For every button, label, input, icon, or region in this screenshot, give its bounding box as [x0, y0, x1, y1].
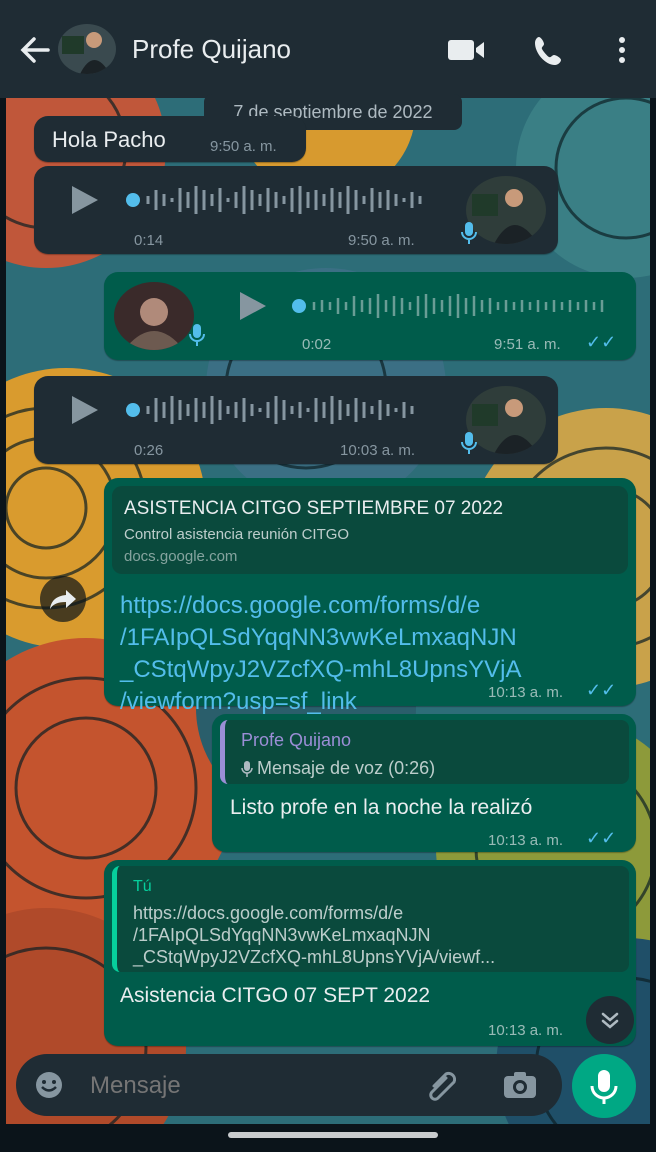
microphone-icon	[241, 761, 253, 777]
emoji-icon[interactable]	[34, 1070, 64, 1100]
link-preview-description: Control asistencia reunión CITGO	[124, 526, 350, 543]
link-preview-card[interactable]: ASISTENCIA CITGO SEPTIEMBRE 07 2022 Cont…	[112, 486, 628, 574]
sender-avatar	[114, 282, 194, 350]
microphone-icon	[461, 222, 477, 244]
message-greeting[interactable]: Hola Pacho 9:50 a. m.	[34, 116, 306, 162]
voice-message-1[interactable]: 0:14 9:50 a. m.	[34, 166, 558, 254]
voice-message-2[interactable]: 0:02 9:51 a. m. ✓✓	[104, 272, 636, 360]
more-options-icon[interactable]	[612, 34, 632, 66]
camera-icon[interactable]	[502, 1070, 538, 1100]
double-check-icon: ✓✓	[586, 828, 617, 848]
message-text: Asistencia CITGO 07 SEPT 2022	[120, 984, 431, 1007]
play-icon[interactable]	[72, 396, 98, 424]
quoted-message[interactable]: Tú https://docs.google.com/forms/d/e /1F…	[112, 866, 629, 972]
reply-message-2[interactable]: Tú https://docs.google.com/forms/d/e /1F…	[104, 860, 636, 1046]
system-navigation-bar	[0, 1124, 656, 1152]
play-icon[interactable]	[240, 292, 266, 320]
message-time: 10:13 a. m.	[488, 1022, 564, 1039]
playback-position-dot[interactable]	[292, 299, 306, 313]
voice-duration: 0:14	[134, 232, 164, 249]
link-line: _CStqWpyJ2VZcfXQ-mhL8UpnsYVjA	[120, 656, 522, 683]
voice-duration: 0:26	[134, 442, 164, 459]
playback-position-dot[interactable]	[126, 403, 140, 417]
waveform-icon	[312, 294, 604, 318]
microphone-icon	[461, 432, 477, 454]
message-time: 10:03 a. m.	[340, 442, 416, 459]
microphone-icon	[189, 324, 205, 346]
quote-text: Mensaje de voz (0:26)	[257, 758, 436, 778]
message-composer	[16, 1054, 562, 1116]
reply-message-1[interactable]: Profe Quijano Mensaje de voz (0:26) List…	[212, 714, 636, 852]
quote-author: Tú	[133, 878, 152, 895]
double-chevron-down-icon	[601, 1012, 619, 1029]
message-time: 9:51 a. m.	[494, 336, 561, 353]
message-time: 9:50 a. m.	[348, 232, 415, 249]
message-time: 10:13 a. m.	[488, 832, 564, 849]
scroll-down-button[interactable]	[586, 996, 634, 1044]
home-indicator[interactable]	[228, 1132, 438, 1138]
attach-paperclip-icon[interactable]	[424, 1068, 460, 1102]
message-time: 10:13 a. m.	[488, 684, 564, 701]
voice-record-button[interactable]	[572, 1054, 636, 1118]
back-arrow-icon[interactable]	[18, 30, 52, 70]
waveform-icon	[146, 186, 422, 214]
message-time: 9:50 a. m.	[210, 138, 277, 155]
quote-line: _CStqWpyJ2VZcfXQ-mhL8UpnsYVjA/viewf...	[133, 947, 496, 967]
link-preview-domain: docs.google.com	[124, 548, 238, 565]
playback-position-dot[interactable]	[126, 193, 140, 207]
sender-avatar	[466, 386, 546, 454]
double-check-icon: ✓✓	[586, 332, 617, 352]
contact-avatar[interactable]	[58, 24, 116, 74]
contact-name[interactable]: Profe Quijano	[132, 34, 291, 65]
link-preview-title: ASISTENCIA CITGO SEPTIEMBRE 07 2022	[124, 498, 504, 519]
link-message[interactable]: ASISTENCIA CITGO SEPTIEMBRE 07 2022 Cont…	[104, 478, 636, 715]
voice-message-3[interactable]: 0:26 10:03 a. m.	[34, 376, 558, 464]
quote-line: /1FAIpQLSdYqqNN3vwKeLmxaqNJN	[133, 925, 431, 945]
message-text: Hola Pacho	[52, 127, 166, 152]
microphone-icon	[590, 1070, 618, 1104]
link-line: https://docs.google.com/forms/d/e	[120, 592, 481, 619]
sender-avatar	[466, 176, 546, 244]
link-line: /1FAIpQLSdYqqNN3vwKeLmxaqNJN	[120, 624, 517, 651]
play-icon[interactable]	[72, 186, 98, 214]
double-check-icon: ✓✓	[586, 680, 617, 700]
quote-line: https://docs.google.com/forms/d/e	[133, 903, 404, 923]
message-text: Listo profe en la noche la realizó	[230, 796, 533, 819]
quote-author: Profe Quijano	[241, 730, 352, 750]
quote-text: https://docs.google.com/forms/d/e /1FAIp…	[133, 902, 619, 968]
phone-call-icon[interactable]	[532, 34, 566, 66]
forward-icon	[50, 590, 76, 609]
waveform-icon	[146, 396, 414, 424]
quoted-message[interactable]: Profe Quijano Mensaje de voz (0:26)	[220, 720, 629, 784]
video-call-icon[interactable]	[446, 36, 486, 64]
message-input[interactable]	[88, 1066, 392, 1106]
forward-button[interactable]	[40, 576, 86, 622]
voice-duration: 0:02	[302, 336, 332, 353]
